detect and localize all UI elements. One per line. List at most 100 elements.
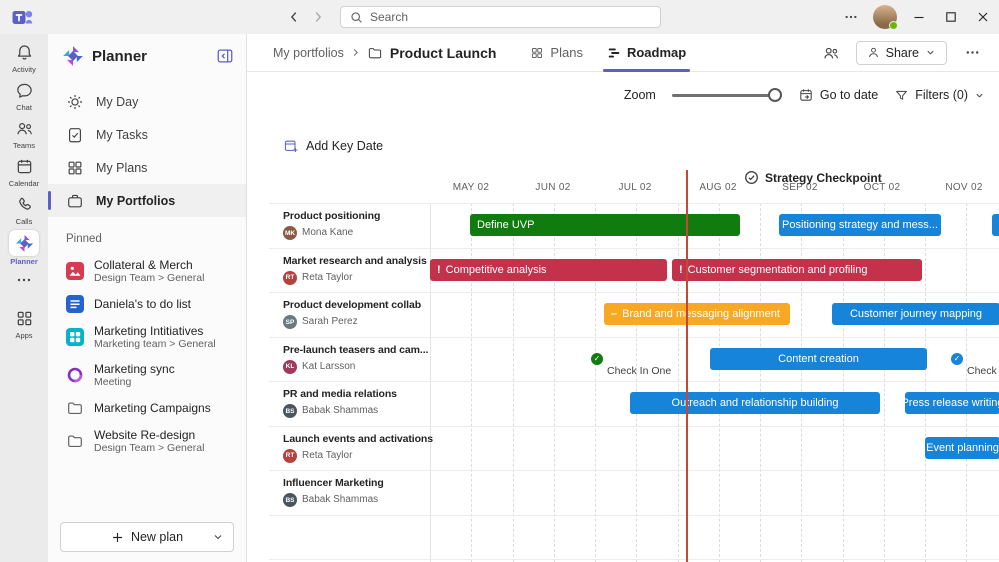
roadmap-bar[interactable]: !Competitive analysis xyxy=(430,259,667,281)
go-to-date-button[interactable]: Go to date xyxy=(798,87,878,103)
header-more-button[interactable] xyxy=(959,40,985,66)
roadmap-bar[interactable] xyxy=(992,214,999,236)
task-name[interactable]: Pre-launch teasers and cam... xyxy=(283,344,428,356)
pinned-item-text: Marketing Intitiatives Marketing team > … xyxy=(94,324,216,351)
tab-plans[interactable]: Plans xyxy=(530,34,583,72)
rail-item-label: Teams xyxy=(13,141,35,150)
phone-icon xyxy=(9,192,39,216)
pinned-item-title: Collateral & Merch xyxy=(94,258,204,272)
month-label: MAY 02 xyxy=(447,182,495,193)
task-name[interactable]: Market research and analysis xyxy=(283,255,427,267)
teams-window: Search Activity xyxy=(0,0,999,562)
minimize-button[interactable] xyxy=(903,0,935,34)
sidebar-item-my-portfolios[interactable]: My Portfolios xyxy=(48,184,246,217)
folder-icon xyxy=(66,432,84,450)
zoom-slider-handle[interactable] xyxy=(768,88,782,102)
pinned-item-marketing-initiatives[interactable]: Marketing Intitiatives Marketing team > … xyxy=(48,318,246,356)
roadmap-bar[interactable]: Event planning xyxy=(925,437,999,459)
pinned-item-collateral-merch[interactable]: Collateral & Merch Design Team > General xyxy=(48,252,246,290)
pinned-item-danielas-list[interactable]: Daniela's to do list xyxy=(48,290,246,318)
titlebar-controls xyxy=(835,0,999,34)
zoom-slider[interactable] xyxy=(672,88,782,102)
rail-item-apps[interactable]: Apps xyxy=(0,306,48,344)
roadmap-bar[interactable]: Customer journey mapping xyxy=(832,303,999,325)
sun-icon xyxy=(66,93,84,111)
assignee-name: Babak Shammas xyxy=(302,405,378,416)
roadmap-bar[interactable]: Outreach and relationship building xyxy=(630,392,880,414)
filters-button[interactable]: Filters (0) xyxy=(894,88,985,103)
pinned-item-marketing-campaigns[interactable]: Marketing Campaigns xyxy=(48,394,246,422)
tab-roadmap[interactable]: Roadmap xyxy=(607,34,686,72)
roadmap-bars-icon xyxy=(607,46,621,60)
milestone-check-icon[interactable]: ✓ xyxy=(951,353,963,365)
breadcrumb[interactable]: My portfolios xyxy=(273,46,344,60)
roadmap-bar[interactable]: –Brand and messaging alignment xyxy=(604,303,790,325)
task-name[interactable]: Launch events and activations xyxy=(283,433,433,445)
close-button[interactable] xyxy=(967,0,999,34)
pinned-item-marketing-sync[interactable]: Marketing sync Meeting xyxy=(48,356,246,394)
task-name[interactable]: PR and media relations xyxy=(283,388,397,400)
search-placeholder: Search xyxy=(370,10,408,24)
titlebar-more-button[interactable] xyxy=(835,0,867,34)
user-avatar[interactable] xyxy=(873,5,897,29)
teams-logo-icon[interactable] xyxy=(12,7,34,27)
task-name[interactable]: Product positioning xyxy=(283,210,380,222)
rail-item-activity[interactable]: Activity xyxy=(0,40,48,78)
rail-item-planner[interactable]: Planner xyxy=(0,230,48,268)
filters-label: Filters (0) xyxy=(915,88,968,102)
members-people-icon[interactable] xyxy=(818,40,844,66)
rail-item-more[interactable] xyxy=(0,268,48,306)
row-separator xyxy=(269,470,999,471)
collapse-sidebar-icon[interactable] xyxy=(216,47,234,65)
search-input[interactable]: Search xyxy=(340,6,661,28)
rail-item-calendar[interactable]: Calendar xyxy=(0,154,48,192)
milestone-check-icon[interactable]: ✓ xyxy=(591,353,603,365)
bar-label: Customer journey mapping xyxy=(850,308,982,320)
checkpoint-circle-check-icon xyxy=(744,170,759,185)
sidebar-item-my-tasks[interactable]: My Tasks xyxy=(48,118,246,151)
grid-line xyxy=(760,203,761,562)
assignee-avatar: RT xyxy=(283,271,297,285)
pinned-item-text: Website Re-design Design Team > General xyxy=(94,428,204,455)
briefcase-icon xyxy=(66,192,84,210)
main-content: Strategy Checkpoint MAY 02JUN 02JUL 02AU… xyxy=(247,34,999,562)
plus-icon xyxy=(111,531,124,544)
task-name[interactable]: Product development collab xyxy=(283,299,421,311)
roadmap-bar[interactable]: !Customer segmentation and profiling xyxy=(672,259,922,281)
forward-button[interactable] xyxy=(308,7,328,27)
assignee-name: Mona Kane xyxy=(302,227,353,238)
sidebar-nav: My Day My Tasks My Plans My Portfolios xyxy=(48,85,246,217)
chevron-down-icon[interactable] xyxy=(212,531,224,543)
roadmap-bar[interactable]: Define UVP xyxy=(470,214,740,236)
people-icon xyxy=(9,116,39,140)
pinned-item-website-redesign[interactable]: Website Re-design Design Team > General xyxy=(48,422,246,460)
rail-item-calls[interactable]: Calls xyxy=(0,192,48,230)
new-plan-button[interactable]: New plan xyxy=(60,522,234,552)
share-button[interactable]: Share xyxy=(856,41,947,65)
roadmap-bar[interactable]: Press release writing xyxy=(905,392,999,414)
rail-item-teams[interactable]: Teams xyxy=(0,116,48,154)
maximize-button[interactable] xyxy=(935,0,967,34)
assignee-name: Reta Taylor xyxy=(302,272,352,283)
back-button[interactable] xyxy=(284,7,304,27)
sidebar-item-my-day[interactable]: My Day xyxy=(48,85,246,118)
sidebar-item-my-plans[interactable]: My Plans xyxy=(48,151,246,184)
task-name[interactable]: Influencer Marketing xyxy=(283,477,384,489)
roadmap-bar[interactable]: Positioning strategy and mess... xyxy=(779,214,941,236)
bar-status-icon: ! xyxy=(437,264,441,276)
rail-item-label: Apps xyxy=(15,331,32,340)
add-key-date-label: Add Key Date xyxy=(306,139,383,153)
person-icon xyxy=(867,46,880,59)
rail-item-chat[interactable]: Chat xyxy=(0,78,48,116)
roadmap-bar[interactable]: Content creation xyxy=(710,348,927,370)
row-separator xyxy=(269,292,999,293)
bar-label: Press release writing xyxy=(905,397,999,409)
bar-label: Content creation xyxy=(778,353,859,365)
pinned-item-subtitle: Design Team > General xyxy=(94,442,204,455)
add-key-date-button[interactable]: Add Key Date xyxy=(283,138,383,154)
calendar-icon xyxy=(9,154,39,178)
page-title: Product Launch xyxy=(390,45,497,61)
roadmap-grid: Strategy Checkpoint MAY 02JUN 02JUL 02AU… xyxy=(247,34,999,562)
key-date-marker[interactable]: Strategy Checkpoint xyxy=(744,170,882,185)
assignee-avatar: KL xyxy=(283,360,297,374)
